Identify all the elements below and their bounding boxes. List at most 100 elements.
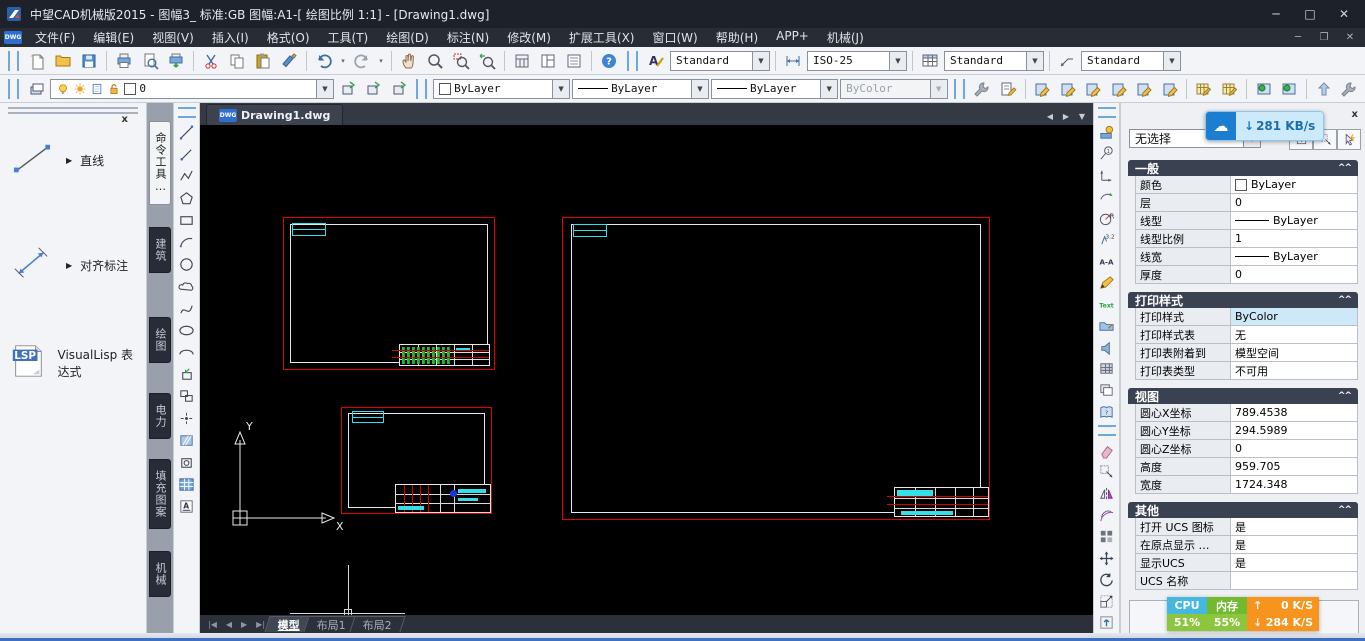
insert-block-button[interactable]: [176, 364, 198, 385]
ordinate-dim-button[interactable]: [1096, 165, 1118, 186]
ellipse-button[interactable]: [176, 320, 198, 341]
side-tab-6[interactable]: 机械: [149, 551, 171, 597]
undo-drop-button[interactable]: ▾: [338, 49, 348, 73]
close-button[interactable]: ✕: [1329, 4, 1359, 24]
circle-button[interactable]: [176, 254, 198, 275]
make-block-button[interactable]: [176, 386, 198, 407]
zoom-previous-button[interactable]: [475, 49, 499, 73]
chevron-down-icon[interactable]: ▼: [691, 80, 708, 98]
side-tab-2[interactable]: 建筑: [149, 227, 171, 273]
chevron-down-icon[interactable]: ▼: [820, 80, 837, 98]
toolbar-grip[interactable]: [8, 79, 19, 99]
menu-13[interactable]: APP+: [767, 28, 818, 47]
revision-cloud-button[interactable]: [176, 276, 198, 297]
menu-5[interactable]: 格式(O): [258, 28, 319, 47]
color-combo[interactable]: ByLayer▼: [433, 79, 570, 99]
erase-button[interactable]: [1096, 440, 1118, 461]
config-button[interactable]: [1338, 77, 1361, 101]
property-value[interactable]: 1: [1231, 230, 1357, 247]
property-value[interactable]: 0: [1231, 194, 1357, 211]
options-button[interactable]: [971, 77, 994, 101]
side-tab-5[interactable]: 填充图案: [149, 459, 171, 529]
layout-nav-3[interactable]: ▶: [237, 620, 251, 629]
drawing-canvas[interactable]: Y X: [200, 125, 1093, 615]
section-header[interactable]: 其他^^: [1128, 502, 1358, 518]
property-value[interactable]: 959.705: [1231, 458, 1357, 475]
property-value[interactable]: 1724.348: [1231, 476, 1357, 493]
copy-button[interactable]: [225, 49, 249, 73]
layer-manager-button[interactable]: [25, 77, 48, 101]
rotate-button[interactable]: [1096, 569, 1118, 590]
mleader-style-combo[interactable]: Standard▼: [1081, 51, 1181, 71]
zoom-realtime-button[interactable]: [423, 49, 447, 73]
mleader-style-button[interactable]: [1055, 49, 1079, 73]
toolbar-grip[interactable]: [8, 51, 19, 71]
zoom-window-button[interactable]: [449, 49, 473, 73]
scale-button[interactable]: [1096, 591, 1118, 612]
menu-12[interactable]: 帮助(H): [707, 28, 767, 47]
radius-dim-button[interactable]: [1096, 208, 1118, 229]
property-value[interactable]: 0: [1231, 440, 1357, 457]
menu-9[interactable]: 修改(M): [498, 28, 560, 47]
menu-3[interactable]: 视图(V): [143, 28, 203, 47]
toolbar-grip[interactable]: [178, 107, 196, 118]
maximize-button[interactable]: □: [1295, 4, 1325, 24]
chevron-down-icon[interactable]: ▼: [316, 80, 333, 98]
property-value[interactable]: 294.5989: [1231, 422, 1357, 439]
view-named-button[interactable]: [1252, 77, 1275, 101]
copy-nested-button[interactable]: [1096, 380, 1118, 401]
rectangle-button[interactable]: [176, 210, 198, 231]
prop-edit-button[interactable]: [996, 77, 1019, 101]
dim-style-button[interactable]: [781, 49, 805, 73]
chevron-down-icon[interactable]: ▼: [552, 80, 569, 98]
property-value[interactable]: 是: [1231, 554, 1357, 571]
hatch-button[interactable]: [176, 430, 198, 451]
help-book-button[interactable]: [1096, 402, 1118, 423]
point-button[interactable]: [176, 408, 198, 429]
text-button[interactable]: [1096, 294, 1118, 315]
mirror-button[interactable]: [1096, 483, 1118, 504]
spline-button[interactable]: [176, 298, 198, 319]
part-library-button[interactable]: [1096, 316, 1118, 337]
table-style-button[interactable]: [918, 49, 942, 73]
property-value[interactable]: 模型空间: [1231, 344, 1357, 361]
palette-item-line[interactable]: ▶直线: [0, 140, 146, 181]
open-button[interactable]: [51, 49, 75, 73]
plot-button[interactable]: [164, 49, 188, 73]
update-view-button[interactable]: [1096, 612, 1118, 633]
collapse-chevron-icon[interactable]: ^^: [1338, 163, 1351, 173]
view-named-2-button[interactable]: [1278, 77, 1301, 101]
layer-combo[interactable]: 0▼: [50, 79, 334, 99]
menu-6[interactable]: 工具(T): [319, 28, 378, 47]
linetype-combo[interactable]: ByLayer▼: [572, 79, 709, 99]
property-value[interactable]: 0: [1231, 266, 1357, 283]
chevron-down-icon[interactable]: ▼: [1026, 52, 1043, 70]
table-button[interactable]: [176, 474, 198, 495]
table-edit-button[interactable]: [1192, 77, 1215, 101]
match-properties-button[interactable]: [277, 49, 301, 73]
stamp-button[interactable]: [1096, 122, 1118, 143]
line-button[interactable]: [176, 122, 198, 143]
mdi-minimize-button[interactable]: ─: [1287, 30, 1309, 46]
property-value[interactable]: ByColor: [1231, 308, 1357, 325]
plotstyle-combo[interactable]: ByColor▼: [840, 79, 948, 99]
palette-item-lsp[interactable]: LSPVisualLisp 表达式: [0, 342, 146, 383]
section-header[interactable]: 视图^^: [1128, 388, 1358, 404]
cut-button[interactable]: [199, 49, 223, 73]
tab-menu-button[interactable]: ▼: [1075, 109, 1089, 123]
new-button[interactable]: [25, 49, 49, 73]
print-preview-button[interactable]: [138, 49, 162, 73]
undo-button[interactable]: [312, 49, 336, 73]
bom-table-button[interactable]: [1096, 359, 1118, 380]
toolbar-grip[interactable]: [1098, 107, 1116, 118]
tab-next-button[interactable]: ▶: [1059, 109, 1073, 123]
menu-4[interactable]: 插入(I): [203, 28, 258, 47]
quick-calc-button[interactable]: [510, 49, 534, 73]
edit-sign-button[interactable]: [1132, 77, 1155, 101]
mtext-button[interactable]: [176, 496, 198, 517]
property-value[interactable]: ByLayer: [1231, 176, 1357, 193]
pan-button[interactable]: [397, 49, 421, 73]
document-tab[interactable]: DWG Drawing1.dwg: [206, 104, 343, 125]
redo-drop-button[interactable]: ▾: [376, 49, 386, 73]
text-style-combo[interactable]: Standard▼: [670, 51, 770, 71]
